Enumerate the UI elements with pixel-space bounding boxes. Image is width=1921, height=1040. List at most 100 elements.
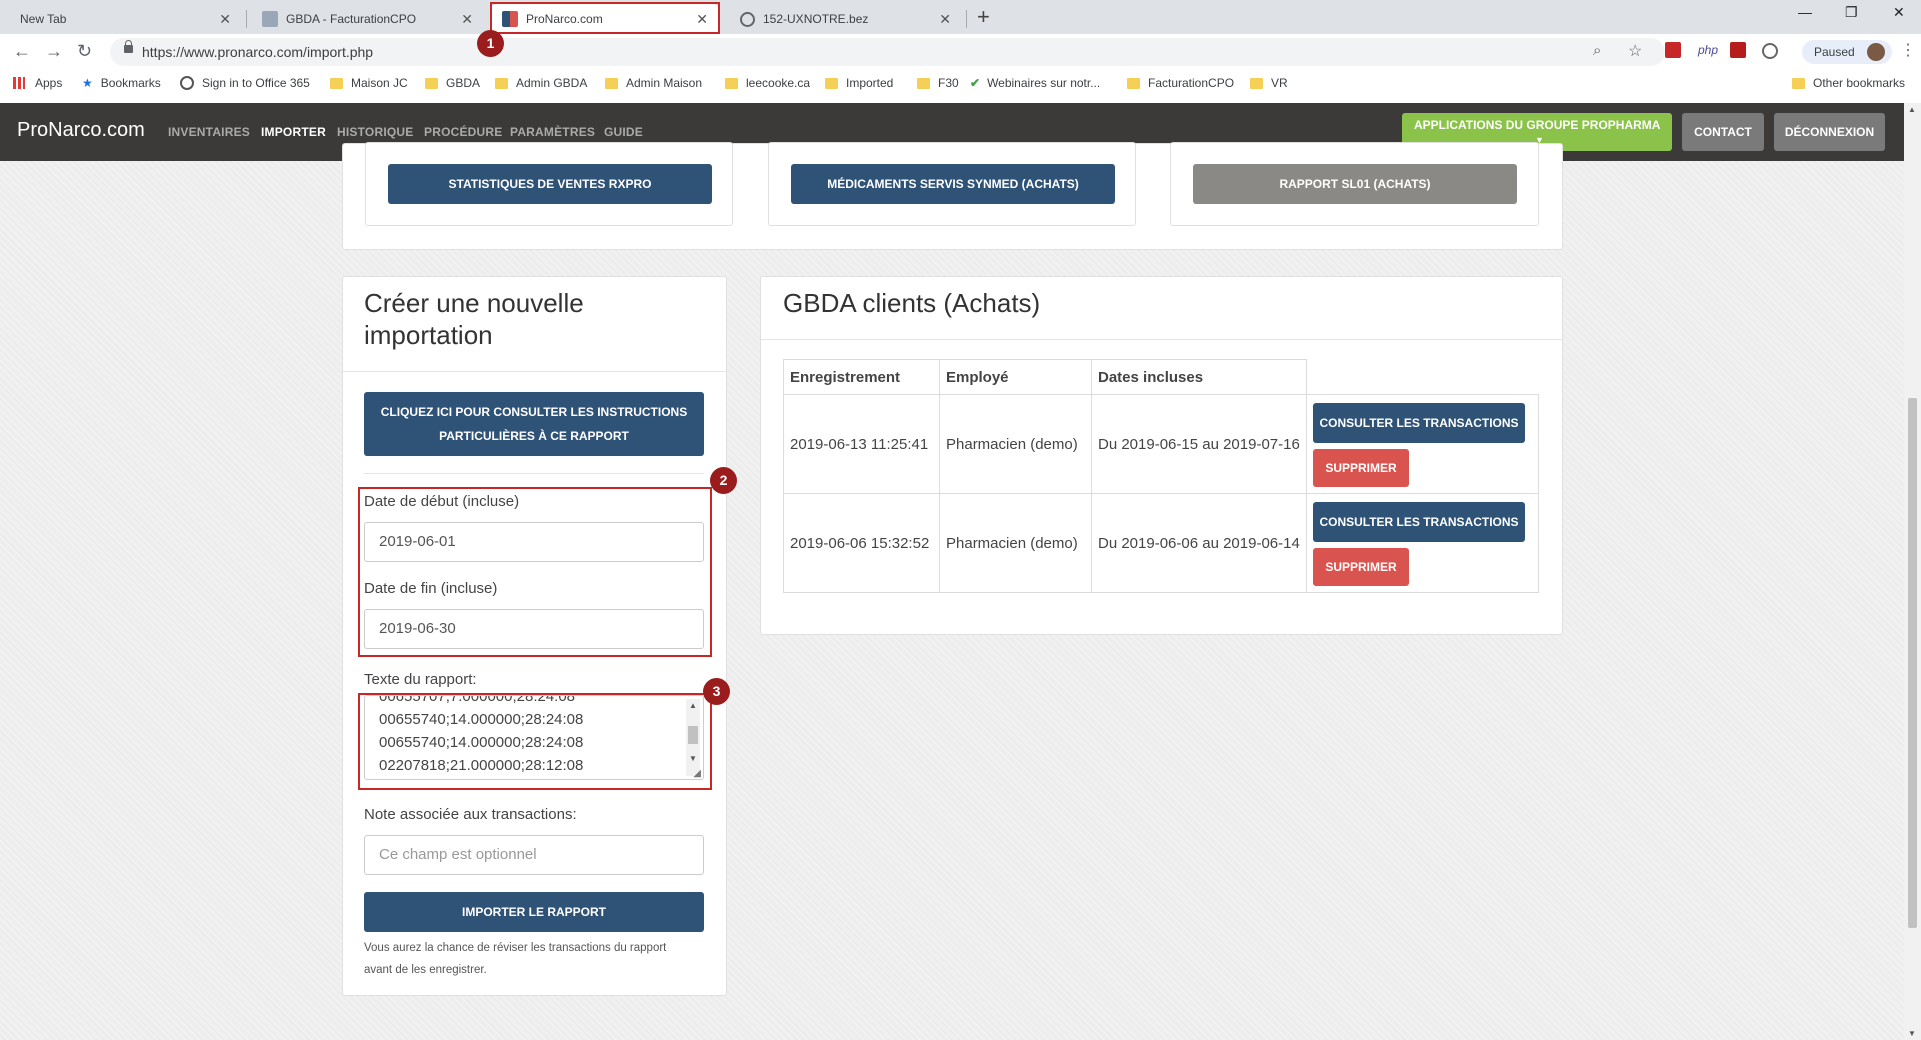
- browser-toolbar: ← → ↻ https://www.pronarco.com/import.ph…: [0, 34, 1921, 70]
- extension-red-icon[interactable]: [1665, 42, 1681, 58]
- contact-button[interactable]: CONTACT: [1682, 113, 1764, 151]
- minimize-icon[interactable]: —: [1798, 4, 1812, 20]
- nav-importer[interactable]: IMPORTER: [261, 125, 326, 139]
- nav-historique[interactable]: HISTORIQUE: [337, 125, 413, 139]
- annotation-marker-2: 2: [710, 467, 737, 494]
- table-row: 2019-06-13 11:25:41 Pharmacien (demo) Du…: [783, 394, 1539, 494]
- bookmark-bookmarks[interactable]: ★ Bookmarks: [82, 76, 161, 90]
- delete-button[interactable]: SUPPRIMER: [1313, 548, 1409, 586]
- instructions-line: CLIQUEZ ICI POUR CONSULTER LES INSTRUCTI…: [380, 405, 688, 419]
- panel-divider: [364, 473, 704, 474]
- page-scrollbar[interactable]: ▲ ▼: [1904, 103, 1921, 1040]
- bookmark-facturationcpo[interactable]: FacturationCPO: [1127, 76, 1234, 90]
- folder-icon: [1127, 77, 1140, 89]
- brand-logo[interactable]: ProNarco.com: [17, 119, 145, 142]
- star-icon[interactable]: ☆: [1628, 41, 1642, 61]
- zoom-icon[interactable]: ⌕: [1593, 42, 1601, 59]
- menu-kebab-icon[interactable]: ⋮: [1900, 42, 1916, 60]
- logout-button[interactable]: DÉCONNEXION: [1774, 113, 1885, 151]
- bookmark-webinaires[interactable]: ✔ Webinaires sur notr...: [970, 76, 1100, 90]
- rxpro-sales-button[interactable]: STATISTIQUES DE VENTES RXPRO: [388, 164, 712, 204]
- forward-icon[interactable]: →: [45, 42, 63, 60]
- bookmark-label: VR: [1271, 76, 1288, 90]
- folder-icon: [495, 77, 508, 89]
- instructions-line: PARTICULIÈRES À CE RAPPORT: [439, 429, 629, 443]
- import-help-text: Vous aurez la chance de réviser les tran…: [364, 937, 666, 981]
- dates-cell: Du 2019-06-15 au 2019-07-16: [1091, 394, 1307, 494]
- title-line: Créer une nouvelle: [364, 288, 584, 318]
- view-transactions-button[interactable]: CONSULTER LES TRANSACTIONS: [1313, 502, 1525, 542]
- new-tab-plus-icon[interactable]: +: [977, 6, 990, 28]
- scroll-down-icon[interactable]: ▼: [1908, 1029, 1916, 1038]
- highlight-box-tab: [490, 2, 720, 34]
- help-line: avant de les enregistrer.: [364, 964, 487, 976]
- gbda-panel-title: GBDA clients (Achats): [783, 288, 1041, 318]
- actions-cell: CONSULTER LES TRANSACTIONS SUPPRIMER: [1306, 394, 1539, 494]
- report-card-synmed: MÉDICAMENTS SERVIS SYNMED (ACHATS): [768, 142, 1136, 226]
- tab-new-tab[interactable]: New Tab ✕: [8, 4, 243, 34]
- profile-button[interactable]: Paused: [1802, 40, 1892, 64]
- page-scroll-thumb[interactable]: [1908, 398, 1917, 928]
- bookmark-label: Webinaires sur notr...: [987, 76, 1101, 90]
- back-icon[interactable]: ←: [13, 42, 31, 60]
- bookmark-admin-gbda[interactable]: Admin GBDA: [495, 76, 587, 90]
- bookmark-leecooke[interactable]: leecooke.ca: [725, 76, 810, 90]
- tab-gbda[interactable]: GBDA - FacturationCPO ✕: [250, 4, 485, 34]
- bookmark-admin-maison[interactable]: Admin Maison: [605, 76, 702, 90]
- nav-inventaires[interactable]: INVENTAIRES: [168, 125, 250, 139]
- delete-button[interactable]: SUPPRIMER: [1313, 449, 1409, 487]
- view-transactions-button[interactable]: CONSULTER LES TRANSACTIONS: [1313, 403, 1525, 443]
- bookmark-apps[interactable]: Apps: [13, 76, 62, 90]
- folder-icon: [425, 77, 438, 89]
- table-header-row: Enregistrement Employé Dates incluses: [783, 359, 1539, 395]
- nav-procedure[interactable]: PROCÉDURE: [424, 125, 502, 139]
- scroll-up-icon[interactable]: ▲: [1908, 105, 1916, 114]
- note-input[interactable]: Ce champ est optionnel: [364, 835, 704, 875]
- bookmarks-bar: Apps ★ Bookmarks Sign in to Office 365 M…: [0, 70, 1921, 104]
- bookmark-office365[interactable]: Sign in to Office 365: [180, 76, 310, 90]
- tab-title: 152-UXNOTRE.bez: [763, 12, 869, 26]
- globe-icon: [740, 11, 755, 27]
- bookmark-f30[interactable]: F30: [917, 76, 959, 90]
- instructions-button[interactable]: CLIQUEZ ICI POUR CONSULTER LES INSTRUCTI…: [364, 392, 704, 456]
- table-row: 2019-06-06 15:32:52 Pharmacien (demo) Du…: [783, 493, 1539, 593]
- synmed-button[interactable]: MÉDICAMENTS SERVIS SYNMED (ACHATS): [791, 164, 1115, 204]
- close-tab-icon[interactable]: ✕: [219, 12, 231, 26]
- php-extension-icon[interactable]: php: [1698, 43, 1718, 57]
- tab-title: GBDA - FacturationCPO: [286, 12, 417, 26]
- actions-cell: CONSULTER LES TRANSACTIONS SUPPRIMER: [1306, 493, 1539, 593]
- panel-divider: [761, 339, 1562, 340]
- highlight-box-dates: [358, 487, 712, 657]
- pdf-extension-icon[interactable]: [1730, 42, 1746, 58]
- bookmark-label: Admin Maison: [626, 76, 703, 90]
- reload-icon[interactable]: ↻: [77, 42, 92, 60]
- bookmark-maison-jc[interactable]: Maison JC: [330, 76, 408, 90]
- tab-separator: [246, 10, 247, 28]
- bookmark-vr[interactable]: VR: [1250, 76, 1288, 90]
- tab-uxnotre[interactable]: 152-UXNOTRE.bez ✕: [728, 4, 963, 34]
- close-tab-icon[interactable]: ✕: [939, 12, 951, 26]
- nav-guide[interactable]: GUIDE: [604, 125, 643, 139]
- recorded-cell: 2019-06-13 11:25:41: [783, 394, 940, 494]
- column-header: Enregistrement: [783, 359, 940, 395]
- report-types-panel: STATISTIQUES DE VENTES RXPRO MÉDICAMENTS…: [342, 142, 1563, 250]
- extension-circle-icon[interactable]: [1762, 43, 1778, 59]
- restore-icon[interactable]: ❐: [1845, 4, 1858, 21]
- import-report-button[interactable]: IMPORTER LE RAPPORT: [364, 892, 704, 932]
- nav-parametres[interactable]: PARAMÈTRES: [510, 125, 595, 139]
- sl01-button[interactable]: RAPPORT SL01 (ACHATS): [1193, 164, 1517, 204]
- address-bar[interactable]: https://www.pronarco.com/import.php ⌕ ☆: [110, 38, 1665, 66]
- page-content: ProNarco.com INVENTAIRES IMPORTER HISTOR…: [0, 103, 1904, 1040]
- globe-icon: [180, 76, 194, 90]
- bookmark-label: Apps: [35, 76, 63, 90]
- help-line: Vous aurez la chance de réviser les tran…: [364, 942, 667, 954]
- bookmark-imported[interactable]: Imported: [825, 76, 893, 90]
- close-window-icon[interactable]: ✕: [1893, 4, 1905, 21]
- profile-status: Paused: [1814, 45, 1855, 59]
- tab-title: New Tab: [20, 12, 67, 26]
- bookmark-label: Sign in to Office 365: [202, 76, 310, 90]
- close-tab-icon[interactable]: ✕: [461, 12, 473, 26]
- bookmark-gbda[interactable]: GBDA: [425, 76, 480, 90]
- employee-cell: Pharmacien (demo): [939, 493, 1092, 593]
- bookmark-other[interactable]: Other bookmarks: [1792, 76, 1905, 90]
